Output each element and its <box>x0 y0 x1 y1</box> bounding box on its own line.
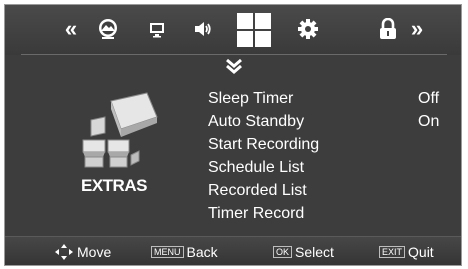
hint-select: OK Select <box>273 244 334 260</box>
settings-menu-tab[interactable] <box>295 15 321 43</box>
ok-key: OK <box>273 246 293 258</box>
exit-key: EXIT <box>379 246 406 258</box>
menu-key: MENU <box>151 246 184 258</box>
hint-move-label: Move <box>77 244 112 260</box>
menu-item-label: Sleep Timer <box>208 89 294 107</box>
lock-icon <box>380 18 396 39</box>
double-left-arrow-icon: « <box>64 16 77 41</box>
menu-item-timer-record[interactable]: Timer Record <box>208 202 458 225</box>
extras-category-icon <box>82 92 158 168</box>
hint-back-label: Back <box>186 244 218 260</box>
menu-item-label: Schedule List <box>208 158 305 176</box>
hint-select-label: Select <box>295 244 334 260</box>
move-arrows-icon <box>55 244 73 260</box>
picture-menu-tab[interactable] <box>95 15 121 43</box>
picture-icon <box>99 19 117 39</box>
menu-item-recorded-list[interactable]: Recorded List <box>208 179 458 202</box>
screen-icon <box>150 23 164 38</box>
menu-item-label: Timer Record <box>208 204 305 222</box>
submenu-title: EXTRAS <box>81 176 147 195</box>
settings-gear-icon <box>298 19 318 39</box>
top-bar-divider <box>21 54 447 55</box>
hint-quit-label: Quit <box>408 244 434 260</box>
extras-grid-icon <box>237 13 271 47</box>
menu-item-label: Recorded List <box>208 181 307 199</box>
menu-item-sleep-timer[interactable]: Sleep Timer Off <box>208 87 458 110</box>
hint-back: MENU Back <box>151 244 218 260</box>
sound-icon <box>195 22 211 36</box>
menu-item-value: Off <box>418 89 440 107</box>
extras-menu-tab[interactable] <box>234 11 274 49</box>
prev-page-arrow[interactable]: « <box>57 15 83 43</box>
tv-osd-menu: « » EXTRAS Sleep Timer Off Auto Standby … <box>4 4 462 266</box>
menu-item-start-recording[interactable]: Start Recording <box>208 133 458 156</box>
menu-item-label: Auto Standby <box>208 112 305 130</box>
menu-item-schedule-list[interactable]: Schedule List <box>208 156 458 179</box>
extras-menu-list: Sleep Timer Off Auto Standby On Start Re… <box>208 87 458 225</box>
menu-item-auto-standby[interactable]: Auto Standby On <box>208 110 458 133</box>
screen-menu-tab[interactable] <box>145 15 169 43</box>
double-right-arrow-icon: » <box>410 16 423 41</box>
hint-move: Move <box>55 244 111 260</box>
sound-menu-tab[interactable] <box>190 15 216 43</box>
lock-menu-tab[interactable] <box>377 15 399 43</box>
bottom-hint-bar: Move MENU Back OK Select EXIT Quit <box>5 236 461 265</box>
menu-item-label: Start Recording <box>208 135 320 153</box>
hint-quit: EXIT Quit <box>379 244 434 260</box>
chevron-down-icon <box>226 58 242 74</box>
top-menu-bar: « » <box>5 5 461 55</box>
next-page-arrow[interactable]: » <box>403 15 429 43</box>
menu-item-value: On <box>418 112 440 130</box>
